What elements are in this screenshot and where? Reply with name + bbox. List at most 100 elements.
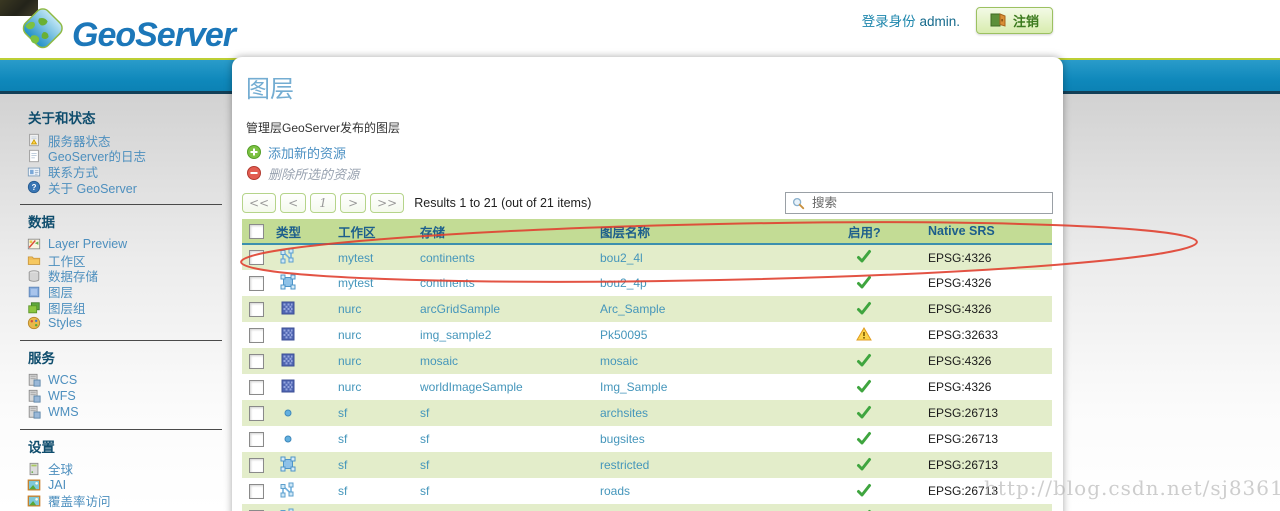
row-checkbox[interactable] bbox=[249, 483, 264, 499]
page-button-p3[interactable]: > bbox=[340, 193, 367, 213]
row-checkbox[interactable] bbox=[249, 327, 264, 343]
row-checkbox[interactable] bbox=[249, 379, 264, 395]
row-checkbox[interactable] bbox=[249, 353, 264, 369]
sidebar-item-layer-preview[interactable]: Layer Preview bbox=[27, 237, 232, 251]
type-cell bbox=[272, 322, 334, 348]
row-checkbox[interactable] bbox=[249, 431, 264, 447]
workspace-link[interactable]: mytest bbox=[338, 276, 373, 290]
column-header-col1[interactable]: 工作区 bbox=[334, 219, 416, 244]
workspace-link[interactable]: sf bbox=[338, 406, 347, 420]
row-checkbox[interactable] bbox=[249, 301, 264, 317]
layer-name-link[interactable]: restricted bbox=[600, 458, 649, 472]
layer-name-link[interactable]: mosaic bbox=[600, 354, 638, 368]
sidebar-item-label[interactable]: 覆盖率访问 bbox=[48, 491, 111, 510]
layer-name-link[interactable]: archsites bbox=[600, 406, 648, 420]
sidebar-item-label[interactable]: 图层组 bbox=[48, 298, 86, 317]
add-resource-link[interactable]: 添加新的资源 bbox=[268, 143, 346, 162]
sidebar-item-label[interactable]: WFS bbox=[48, 389, 76, 403]
line-type-icon bbox=[280, 248, 296, 264]
sidebar-item-label[interactable]: 关于 GeoServer bbox=[48, 178, 137, 197]
select-all-checkbox[interactable] bbox=[249, 223, 264, 239]
sidebar-item-server-status-0-0[interactable]: 服务器状态 bbox=[27, 133, 232, 149]
store-link[interactable]: arcGridSample bbox=[420, 302, 500, 316]
service-icon bbox=[27, 405, 41, 419]
sidebar-item-styles[interactable]: Styles bbox=[27, 316, 232, 330]
layer-name-link[interactable]: Pk50095 bbox=[600, 328, 647, 342]
search-input[interactable] bbox=[785, 192, 1053, 214]
layer-name-link[interactable]: bou2_4p bbox=[600, 276, 647, 290]
store-cell: sf bbox=[416, 426, 596, 452]
enabled-check-icon bbox=[856, 482, 872, 498]
srs-cell: EPSG:4326 bbox=[924, 374, 1052, 400]
workspace-link[interactable]: nurc bbox=[338, 328, 361, 342]
remove-resource-row[interactable]: 删除所选的资源 bbox=[246, 164, 1053, 182]
sidebar-item-geoserver[interactable]: ? 关于 GeoServer bbox=[27, 178, 232, 197]
row-checkbox[interactable] bbox=[249, 275, 264, 291]
sidebar-item-label[interactable]: WCS bbox=[48, 373, 77, 387]
store-link[interactable]: sf bbox=[420, 432, 429, 446]
layer-name-link[interactable]: roads bbox=[600, 484, 630, 498]
row-checkbox[interactable] bbox=[249, 250, 264, 265]
sidebar-item-layer-1-3[interactable]: 图层 bbox=[27, 285, 232, 300]
store-link[interactable]: sf bbox=[420, 458, 429, 472]
store-link[interactable]: continents bbox=[420, 251, 475, 265]
column-header-col0[interactable]: 类型 bbox=[272, 219, 334, 244]
store-link[interactable]: sf bbox=[420, 484, 429, 498]
workspace-link[interactable]: nurc bbox=[338, 354, 361, 368]
store-link[interactable]: sf bbox=[420, 406, 429, 420]
store-link[interactable]: mosaic bbox=[420, 354, 458, 368]
sidebar-item-label[interactable]: Styles bbox=[48, 316, 82, 330]
layer-name-link[interactable]: Img_Sample bbox=[600, 380, 667, 394]
sidebar: 关于和状态 服务器状态 GeoServer的日志 联系方式? 关于 GeoServer 数… bbox=[0, 94, 232, 509]
point-type-icon bbox=[280, 404, 296, 420]
layer-name-cell: Pk50095 bbox=[596, 322, 844, 348]
store-link[interactable]: img_sample2 bbox=[420, 328, 491, 342]
sidebar-item-label[interactable]: 全球 bbox=[48, 459, 73, 478]
sidebar-item-folder-1-1[interactable]: 工作区 bbox=[27, 253, 232, 269]
add-resource-row[interactable]: 添加新的资源 bbox=[246, 143, 1053, 161]
workspace-link[interactable]: sf bbox=[338, 484, 347, 498]
sidebar-item-global-3-0[interactable]: 全球 bbox=[27, 459, 232, 478]
store-link[interactable]: worldImageSample bbox=[420, 380, 523, 394]
enabled-cell bbox=[844, 296, 924, 322]
workspace-link[interactable]: sf bbox=[338, 432, 347, 446]
sidebar-item-layergroup-1-4[interactable]: 图层组 bbox=[27, 298, 232, 317]
layer-name-link[interactable]: bugsites bbox=[600, 432, 645, 446]
page-button-p4[interactable]: >> bbox=[370, 193, 405, 213]
sidebar-item-label[interactable]: WMS bbox=[48, 405, 79, 419]
remove-resource-link[interactable]: 删除所选的资源 bbox=[268, 164, 359, 183]
page-button-1[interactable]: 1 bbox=[310, 193, 337, 213]
enabled-check-icon bbox=[856, 378, 872, 394]
column-header-col4[interactable]: 启用? bbox=[844, 219, 924, 244]
sidebar-item-contact-0-2[interactable]: 联系方式 bbox=[27, 165, 232, 180]
sidebar-item-label[interactable]: Layer Preview bbox=[48, 237, 127, 251]
store-cell: sf bbox=[416, 400, 596, 426]
workspace-link[interactable]: nurc bbox=[338, 302, 361, 316]
workspace-link[interactable]: mytest bbox=[338, 251, 373, 265]
workspace-link[interactable]: nurc bbox=[338, 380, 361, 394]
layer-name-link[interactable]: Arc_Sample bbox=[600, 302, 665, 316]
row-checkbox[interactable] bbox=[249, 457, 264, 473]
sidebar-item-label[interactable]: JAI bbox=[48, 478, 66, 492]
sidebar-item-jai[interactable]: JAI bbox=[27, 478, 232, 492]
sidebar-item-wcs[interactable]: WCS bbox=[27, 373, 232, 387]
folder-icon bbox=[27, 253, 41, 267]
sidebar-item-geoserver[interactable]: GeoServer的日志 bbox=[27, 149, 232, 164]
row-checkbox[interactable] bbox=[249, 405, 264, 421]
enabled-warning-icon bbox=[856, 326, 872, 342]
workspace-link[interactable]: sf bbox=[338, 458, 347, 472]
store-link[interactable]: continents bbox=[420, 276, 475, 290]
column-header-col3[interactable]: 图层名称 bbox=[596, 219, 844, 244]
row-checkbox-cell bbox=[242, 244, 272, 270]
sidebar-item-wms[interactable]: WMS bbox=[27, 405, 232, 419]
sidebar-item-wfs[interactable]: WFS bbox=[27, 389, 232, 403]
logout-button[interactable]: 注销 bbox=[975, 6, 1053, 34]
page-button-p1[interactable]: < bbox=[280, 193, 307, 213]
column-header-native-srs[interactable]: Native SRS bbox=[924, 219, 1052, 244]
page-button-p0[interactable]: << bbox=[242, 193, 277, 213]
sidebar-item-store-1-2[interactable]: 数据存储 bbox=[27, 269, 232, 284]
table-body: mytest continents bou2_4l EPSG:4326 mytest co… bbox=[242, 244, 1052, 511]
sidebar-item-image-3-2[interactable]: 覆盖率访问 bbox=[27, 491, 232, 510]
layer-name-link[interactable]: bou2_4l bbox=[600, 251, 643, 265]
column-header-col2[interactable]: 存储 bbox=[416, 219, 596, 244]
